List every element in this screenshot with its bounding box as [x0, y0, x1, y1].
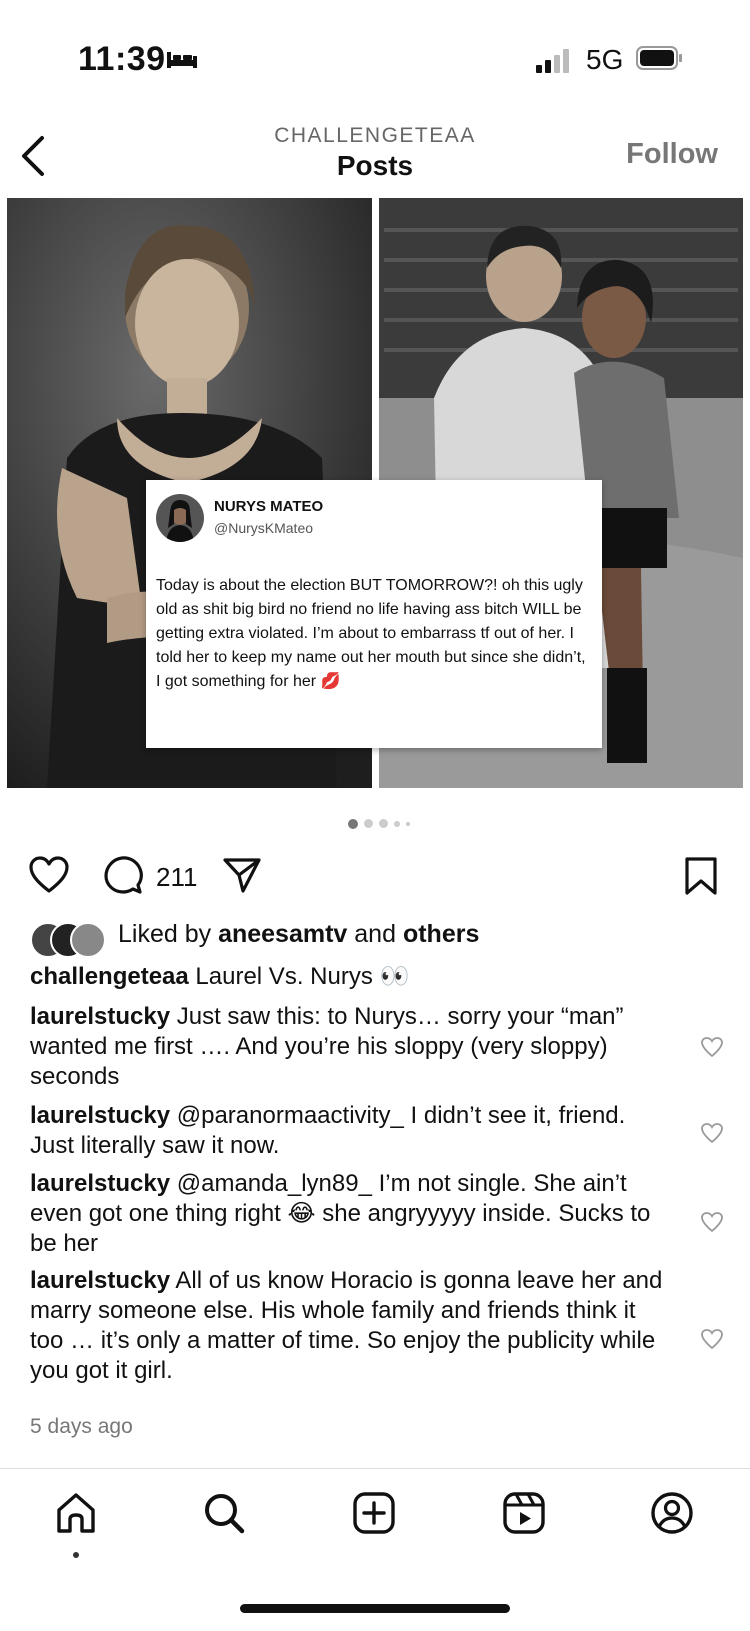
- share-icon[interactable]: [222, 857, 262, 893]
- caption-text: Laurel Vs. Nurys 👀: [195, 963, 410, 990]
- home-icon[interactable]: [53, 1490, 99, 1536]
- carousel-indicator: [348, 815, 416, 833]
- comment-like-icon[interactable]: [700, 1036, 724, 1058]
- bottom-tab-bar: [0, 1470, 750, 1560]
- carousel-dot: [348, 818, 358, 829]
- profile-icon[interactable]: [649, 1490, 695, 1536]
- comment: laurelstucky Just saw this: to Nurys… so…: [30, 1002, 670, 1092]
- comment-like-icon[interactable]: [700, 1211, 724, 1233]
- network-label: 5G: [586, 44, 624, 75]
- liked-by-text: Liked by aneesamtv and others: [118, 920, 479, 949]
- battery-icon: [636, 46, 682, 70]
- reels-icon[interactable]: [501, 1490, 547, 1536]
- avatar: [70, 922, 106, 958]
- carousel-dot: [364, 819, 373, 829]
- signal-icon: [536, 49, 569, 73]
- tweet-card: NURYS MATEO @NurysKMateo Today is about …: [146, 480, 602, 748]
- comment-like-icon[interactable]: [700, 1122, 724, 1144]
- liked-by-others[interactable]: others: [403, 920, 479, 948]
- liked-by-and: and: [354, 920, 396, 948]
- comment-icon[interactable]: [103, 855, 143, 895]
- home-indicator: [240, 1604, 510, 1613]
- status-time: 11:39: [78, 40, 166, 78]
- tweet-author-handle: @NurysKMateo: [214, 520, 314, 536]
- liked-by-user[interactable]: aneesamtv: [218, 920, 347, 948]
- comment-username[interactable]: laurelstucky: [30, 1170, 170, 1197]
- carousel-dot: [406, 821, 410, 826]
- bookmark-icon[interactable]: [684, 856, 718, 896]
- caption-username[interactable]: challengeteaa: [30, 963, 189, 990]
- comment-count: 211: [156, 862, 198, 892]
- post-caption: challengeteaa Laurel Vs. Nurys 👀: [30, 962, 409, 991]
- bed-icon: [167, 52, 197, 68]
- post-timestamp: 5 days ago: [30, 1415, 133, 1438]
- active-tab-indicator: [73, 1552, 79, 1558]
- comment-like-icon[interactable]: [700, 1328, 724, 1350]
- divider: [0, 1468, 750, 1469]
- search-icon[interactable]: [201, 1490, 247, 1536]
- comment: laurelstucky All of us know Horacio is g…: [30, 1266, 670, 1386]
- comment: laurelstucky @paranormaactivity_ I didn’…: [30, 1101, 670, 1161]
- top-nav: CHALLENGETEAA Posts Follow: [0, 110, 750, 195]
- tweet-author-name: NURYS MATEO: [214, 498, 324, 515]
- avatar: [156, 494, 204, 542]
- comment: laurelstucky @amanda_lyn89_ I’m not sing…: [30, 1169, 670, 1259]
- create-icon[interactable]: [351, 1490, 397, 1536]
- heart-icon[interactable]: [28, 856, 70, 894]
- post-actions: 211: [0, 850, 750, 910]
- comment-username[interactable]: laurelstucky: [30, 1267, 170, 1294]
- comment-username[interactable]: laurelstucky: [30, 1102, 170, 1129]
- carousel-dot: [379, 819, 388, 829]
- comment-username[interactable]: laurelstucky: [30, 1003, 170, 1030]
- liked-by-prefix: Liked by: [118, 920, 212, 948]
- status-bar: 11:39 5G: [0, 0, 750, 110]
- carousel-dot: [394, 820, 400, 827]
- tweet-text: Today is about the election BUT TOMORROW…: [156, 577, 586, 690]
- follow-button[interactable]: Follow: [626, 138, 718, 171]
- post-media[interactable]: NURYS MATEO @NurysKMateo Today is about …: [0, 196, 750, 796]
